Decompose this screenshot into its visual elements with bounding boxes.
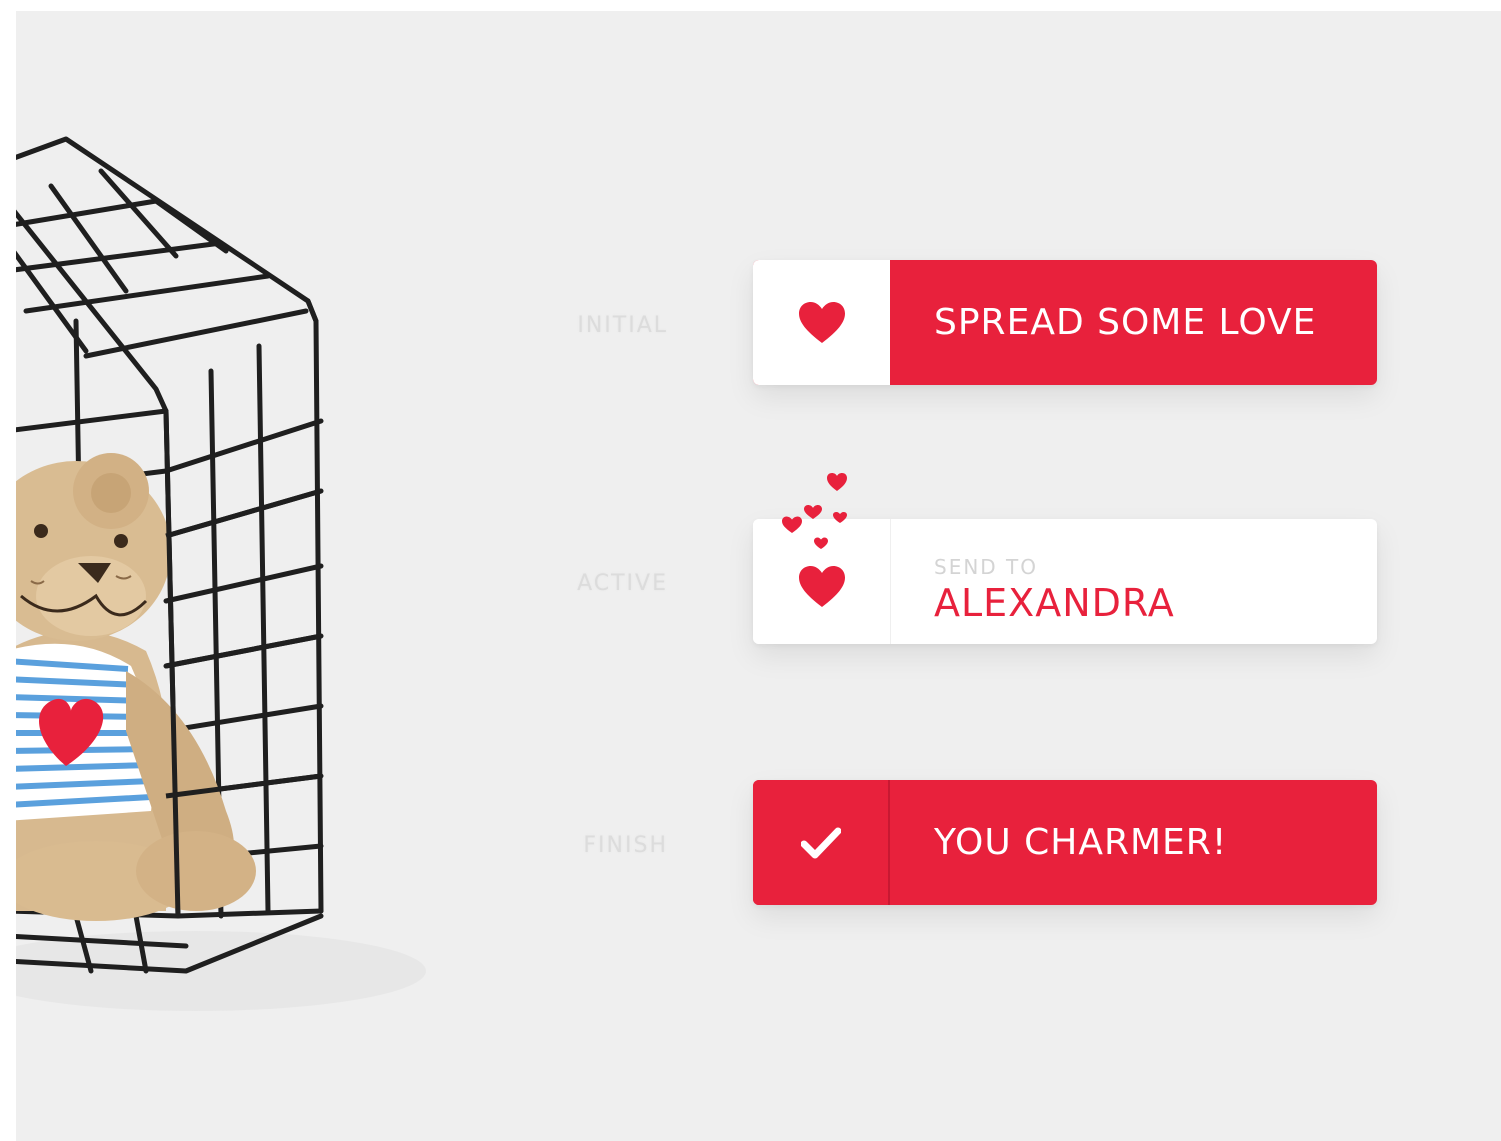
state-label-finish: FINISH [583, 833, 668, 858]
heart-icon [798, 301, 845, 343]
check-icon [800, 827, 841, 858]
send-to-label: SEND TO [934, 555, 1039, 579]
teddy-bear [16, 453, 256, 921]
teddy-bear-shelf-illustration [16, 136, 426, 1011]
heart-icon-cell [753, 260, 890, 385]
check-icon-cell [753, 780, 890, 905]
heart-icon [798, 565, 845, 607]
floating-hearts-icon [782, 473, 847, 549]
you-charmer-label: YOU CHARMER! [934, 822, 1228, 863]
showcase-canvas: INITIAL SPREAD SOME LOVE ACTIVE SEND TO … [16, 11, 1501, 1141]
you-charmer-button[interactable]: YOU CHARMER! [753, 780, 1377, 905]
recipient-name: ALEXANDRA [934, 581, 1175, 625]
state-label-initial: INITIAL [577, 313, 668, 338]
state-label-active: ACTIVE [577, 571, 668, 596]
spread-love-button[interactable]: SPREAD SOME LOVE [753, 260, 1377, 385]
spread-love-label: SPREAD SOME LOVE [934, 302, 1317, 343]
